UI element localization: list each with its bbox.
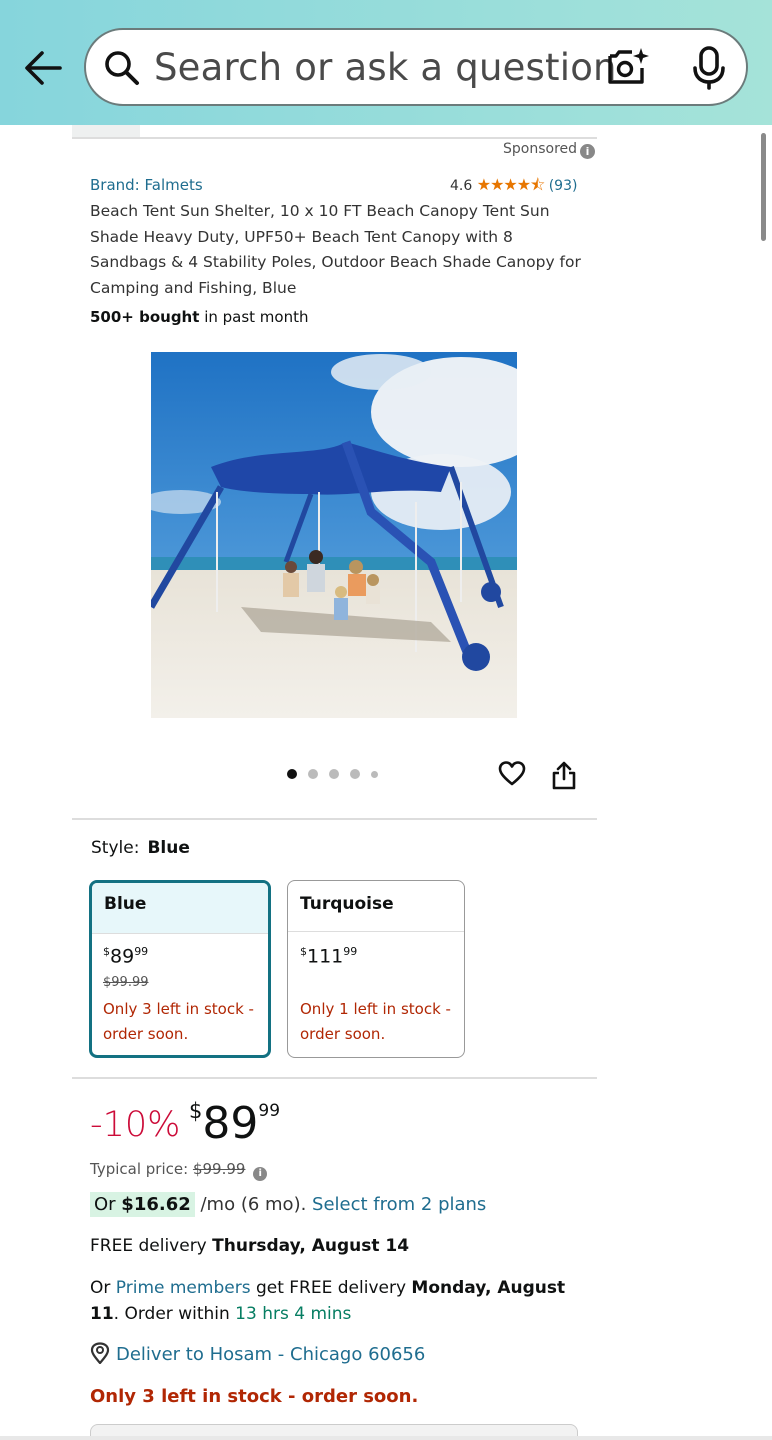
style-option-name: Blue	[92, 883, 268, 934]
divider	[72, 137, 597, 139]
image-carousel-indicator[interactable]	[287, 769, 387, 781]
location-pin-icon	[90, 1342, 110, 1364]
share-icon[interactable]	[551, 760, 577, 790]
info-icon[interactable]: i	[580, 144, 596, 159]
bottom-edge	[0, 1436, 772, 1440]
brand-link[interactable]: Brand: Falmets	[90, 176, 203, 194]
divider	[72, 818, 597, 820]
style-option-price: $11199	[300, 945, 358, 968]
camera-search-icon[interactable]	[606, 46, 650, 90]
search-icon	[105, 51, 139, 85]
previous-item-image	[72, 125, 140, 137]
scrollbar[interactable]	[761, 133, 766, 241]
deliver-to-location[interactable]: Deliver to Hosam - Chicago 60656	[90, 1342, 425, 1365]
rating[interactable]: 4.6 ★★★★⯪ (93)	[450, 174, 577, 201]
financing-offer: Or $16.62 /mo (6 mo). Select from 2 plan…	[90, 1192, 486, 1217]
discount-percent: -10%	[90, 1105, 181, 1145]
order-countdown: 13 hrs 4 mins	[235, 1304, 352, 1324]
prime-members-link[interactable]: Prime members	[116, 1278, 251, 1298]
free-delivery: FREE delivery Thursday, August 14	[90, 1236, 410, 1256]
price: $8999	[189, 1098, 281, 1149]
product-title: Beach Tent Sun Shelter, 10 x 10 FT Beach…	[90, 202, 581, 297]
rating-value: 4.6	[450, 178, 473, 194]
carousel-dot[interactable]	[329, 769, 339, 779]
rating-count[interactable]: (93)	[549, 178, 578, 194]
heart-icon[interactable]	[498, 760, 526, 788]
monthly-payment-badge: Or $16.62	[90, 1192, 195, 1217]
divider	[72, 1077, 597, 1079]
style-option-blue[interactable]: Blue $8999 $99.99 Only 3 left in stock -…	[89, 880, 271, 1058]
back-arrow-icon[interactable]	[22, 48, 64, 88]
bought-count: 500+ bought in past month	[90, 308, 309, 326]
style-label: Style: Blue	[91, 838, 190, 858]
style-option-turquoise[interactable]: Turquoise $11199 Only 1 left in stock - …	[287, 880, 465, 1058]
top-search-bar: Search or ask a question	[0, 0, 772, 125]
typical-price: Typical price: $99.99 i	[90, 1160, 268, 1181]
search-input[interactable]: Search or ask a question	[84, 28, 748, 106]
selected-style: Blue	[147, 838, 190, 858]
style-option-stock: Only 3 left in stock - order soon.	[103, 1000, 254, 1043]
style-option-price: $8999	[103, 945, 149, 968]
carousel-dot[interactable]	[371, 771, 378, 778]
select-plans-link[interactable]: Select from 2 plans	[312, 1194, 486, 1215]
style-option-list-price: $99.99	[103, 975, 149, 990]
product-image[interactable]	[151, 352, 517, 718]
star-rating-icon: ★★★★⯪	[476, 175, 546, 194]
search-placeholder: Search or ask a question	[154, 46, 617, 89]
sponsored-label[interactable]: Sponsored i	[503, 141, 596, 159]
info-icon[interactable]: i	[253, 1167, 268, 1181]
style-option-name: Turquoise	[288, 881, 464, 932]
style-option-stock: Only 1 left in stock - order soon.	[300, 1000, 451, 1043]
prime-delivery: Or Prime members get FREE delivery Monda…	[90, 1278, 566, 1324]
carousel-dot[interactable]	[308, 769, 318, 779]
carousel-dot[interactable]	[350, 769, 360, 779]
carousel-dot[interactable]	[287, 769, 297, 779]
microphone-icon[interactable]	[692, 46, 726, 90]
stock-warning: Only 3 left in stock - order soon.	[90, 1386, 419, 1407]
